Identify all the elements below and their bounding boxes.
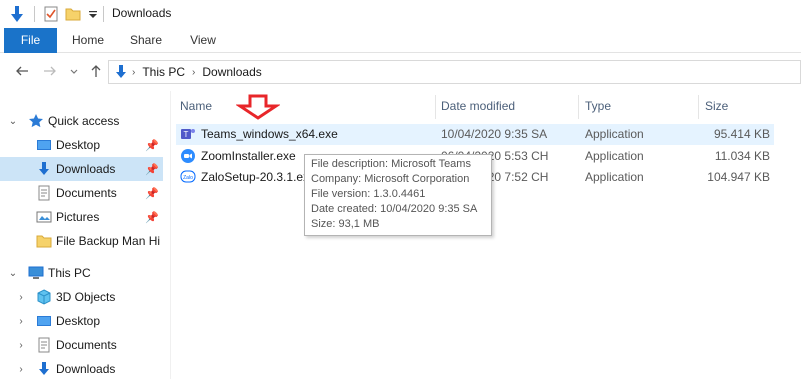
sidebar-item-this-pc[interactable]: ⌄ This PC <box>0 261 163 285</box>
up-arrow-icon[interactable] <box>88 64 104 80</box>
sidebar-item-downloads[interactable]: Downloads 📌 <box>0 157 163 181</box>
sidebar-item-label: Pictures <box>56 210 100 224</box>
download-folder-icon <box>113 64 129 80</box>
column-header-type[interactable]: Type <box>585 97 611 123</box>
sidebar-item-desktop-pc[interactable]: › Desktop <box>0 309 163 333</box>
divider <box>34 6 35 22</box>
file-size: 104.947 KB <box>707 170 770 184</box>
download-folder-icon <box>36 161 52 177</box>
title-bar: Downloads <box>0 0 801 28</box>
pane-divider[interactable] <box>170 91 171 379</box>
new-folder-icon[interactable] <box>64 5 82 23</box>
file-info-tooltip: File description: Microsoft Teams Compan… <box>304 154 492 236</box>
tooltip-company: Company: Microsoft Corporation <box>311 173 470 185</box>
tab-view[interactable]: View <box>182 28 224 53</box>
column-header-size[interactable]: Size <box>705 97 728 123</box>
sidebar-item-pictures[interactable]: Pictures 📌 <box>0 205 163 229</box>
sidebar-item-desktop[interactable]: Desktop 📌 <box>0 133 163 157</box>
desktop-folder-icon <box>36 137 52 153</box>
desktop-folder-icon <box>36 313 52 329</box>
expanded-chevron-icon[interactable]: ⌄ <box>8 116 18 127</box>
computer-icon <box>28 265 44 281</box>
customize-dropdown-icon[interactable] <box>84 5 102 23</box>
navigation-pane: ⌄ Quick access Desktop 📌 Downloads 📌 Doc… <box>0 91 165 379</box>
breadcrumb-downloads[interactable]: Downloads <box>202 65 261 79</box>
file-size: 95.414 KB <box>713 127 770 141</box>
tooltip-file-version: File version: 1.3.0.4461 <box>311 188 426 200</box>
file-type: Application <box>585 149 644 163</box>
column-divider[interactable] <box>435 95 436 119</box>
navigation-bar: › This PC › Downloads <box>0 53 801 91</box>
tooltip-size: Size: 93,1 MB <box>311 218 380 230</box>
sidebar-item-label: File Backup Man Hi <box>56 234 161 248</box>
expanded-chevron-icon[interactable]: ⌄ <box>8 268 18 279</box>
breadcrumb-chevron-icon[interactable]: › <box>132 67 135 78</box>
address-bar[interactable]: › This PC › Downloads <box>108 60 801 84</box>
pictures-folder-icon <box>36 209 52 225</box>
sidebar-item-3d-objects[interactable]: › 3D Objects <box>0 285 163 309</box>
recent-locations-chevron-icon[interactable] <box>66 64 82 80</box>
sidebar-item-label: Desktop <box>56 314 101 328</box>
collapsed-chevron-icon[interactable]: › <box>16 364 26 375</box>
file-type: Application <box>585 170 644 184</box>
sidebar-item-label: This PC <box>48 266 91 280</box>
file-name[interactable]: ZaloSetup-20.3.1.exe <box>201 170 316 184</box>
pin-icon[interactable]: 📌 <box>145 211 159 224</box>
collapsed-chevron-icon[interactable]: › <box>16 316 26 327</box>
file-name[interactable]: ZoomInstaller.exe <box>201 149 296 163</box>
sidebar-item-file-backup[interactable]: File Backup Man Hi <box>0 229 163 253</box>
annotation-arrow-icon <box>236 94 280 120</box>
sidebar-item-label: Desktop <box>56 138 101 152</box>
tab-file[interactable]: File <box>4 28 57 53</box>
properties-check-icon[interactable] <box>42 5 60 23</box>
breadcrumb-chevron-icon[interactable]: › <box>192 67 195 78</box>
column-divider[interactable] <box>698 95 699 119</box>
zalo-icon: Zalo <box>180 169 196 185</box>
zoom-icon <box>180 148 196 164</box>
download-folder-icon <box>36 361 52 377</box>
sidebar-item-label: Documents <box>56 186 117 200</box>
collapsed-chevron-icon[interactable]: › <box>16 340 26 351</box>
ribbon-tabs: File Home Share View <box>0 28 801 53</box>
forward-arrow-icon[interactable] <box>42 64 58 80</box>
documents-folder-icon <box>36 185 52 201</box>
file-date: 10/04/2020 9:35 SA <box>441 127 548 141</box>
svg-text:T: T <box>184 130 189 139</box>
3d-objects-icon <box>36 289 52 305</box>
pin-icon[interactable]: 📌 <box>145 139 159 152</box>
tab-home[interactable]: Home <box>66 28 110 53</box>
tab-share[interactable]: Share <box>124 28 168 53</box>
file-name[interactable]: Teams_windows_x64.exe <box>201 127 338 141</box>
teams-icon: T <box>180 126 196 142</box>
column-header-name[interactable]: Name <box>180 97 212 123</box>
file-size: 11.034 KB <box>714 149 770 163</box>
documents-folder-icon <box>36 337 52 353</box>
down-arrow-icon[interactable] <box>8 5 26 23</box>
sidebar-item-documents-pc[interactable]: › Documents <box>0 333 163 357</box>
back-arrow-icon[interactable] <box>14 64 30 80</box>
pin-icon[interactable]: 📌 <box>145 187 159 200</box>
column-divider[interactable] <box>578 95 579 119</box>
folder-icon <box>36 233 52 249</box>
sidebar-item-label: 3D Objects <box>56 290 116 304</box>
tooltip-file-description: File description: Microsoft Teams <box>311 158 471 170</box>
star-icon <box>28 113 44 129</box>
sidebar-item-label: Downloads <box>56 362 116 376</box>
collapsed-chevron-icon[interactable]: › <box>16 292 26 303</box>
sidebar-item-label: Quick access <box>48 114 120 128</box>
sidebar-item-label: Downloads <box>56 162 116 176</box>
breadcrumb-this-pc[interactable]: This PC <box>142 65 185 79</box>
sidebar-item-label: Documents <box>56 338 117 352</box>
sidebar-item-quick-access[interactable]: ⌄ Quick access <box>0 109 163 133</box>
table-row[interactable]: T Teams_windows_x64.exe 10/04/2020 9:35 … <box>176 124 774 145</box>
sidebar-item-documents[interactable]: Documents 📌 <box>0 181 163 205</box>
window-title: Downloads <box>112 6 172 20</box>
pin-icon[interactable]: 📌 <box>145 163 159 176</box>
svg-text:Zalo: Zalo <box>183 175 193 181</box>
divider <box>103 6 104 22</box>
file-type: Application <box>585 127 644 141</box>
tooltip-date-created: Date created: 10/04/2020 9:35 SA <box>311 203 478 215</box>
sidebar-item-downloads-pc[interactable]: › Downloads <box>0 357 163 379</box>
column-header-date-modified[interactable]: Date modified <box>441 97 515 123</box>
